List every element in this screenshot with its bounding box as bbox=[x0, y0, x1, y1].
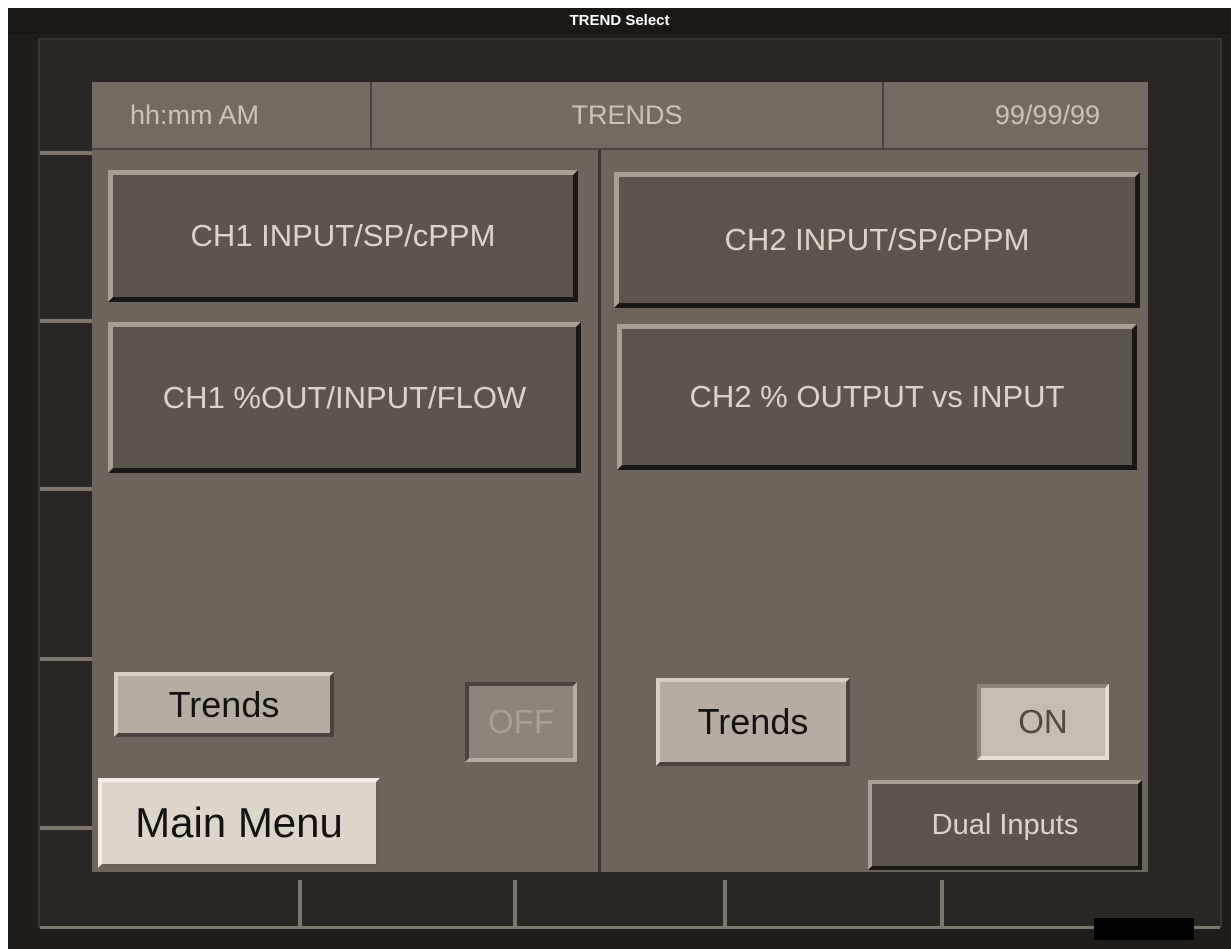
black-indicator bbox=[1094, 918, 1194, 940]
ch2-trends-button[interactable]: Trends bbox=[656, 678, 850, 766]
header-divider bbox=[92, 148, 1148, 150]
softkey-divider bbox=[298, 880, 302, 928]
softkey-divider bbox=[40, 319, 100, 323]
trend-select-screen: hh:mm AM TRENDS 99/99/99 CH1 INPUT/SP/cP… bbox=[92, 82, 1148, 872]
ch1-trends-button[interactable]: Trends bbox=[114, 672, 334, 737]
ch2-trend-toggle[interactable]: ON bbox=[977, 684, 1109, 760]
ch1-input-sp-cppm-button[interactable]: CH1 INPUT/SP/cPPM bbox=[108, 170, 578, 302]
page-title: TRENDS bbox=[372, 82, 884, 148]
main-menu-button[interactable]: Main Menu bbox=[98, 778, 380, 868]
ch2-input-sp-cppm-button[interactable]: CH2 INPUT/SP/cPPM bbox=[614, 172, 1140, 308]
window-title: TREND Select bbox=[8, 8, 1231, 34]
softkey-divider bbox=[40, 151, 100, 155]
ch1-out-input-flow-button[interactable]: CH1 %OUT/INPUT/FLOW bbox=[108, 322, 581, 473]
ch1-trend-toggle[interactable]: OFF bbox=[465, 682, 577, 762]
dual-inputs-button[interactable]: Dual Inputs bbox=[868, 780, 1142, 870]
softkey-divider bbox=[513, 880, 517, 928]
softkey-divider bbox=[723, 880, 727, 928]
softkey-divider bbox=[40, 487, 100, 491]
softkey-divider bbox=[940, 880, 944, 928]
softkey-divider bbox=[40, 657, 100, 661]
bottom-rail bbox=[40, 926, 1220, 929]
time-display: hh:mm AM bbox=[92, 82, 372, 148]
channel-divider bbox=[598, 150, 601, 872]
ch2-output-vs-input-button[interactable]: CH2 % OUTPUT vs INPUT bbox=[617, 324, 1137, 470]
softkey-divider bbox=[40, 826, 100, 830]
date-display: 99/99/99 bbox=[884, 82, 1148, 148]
